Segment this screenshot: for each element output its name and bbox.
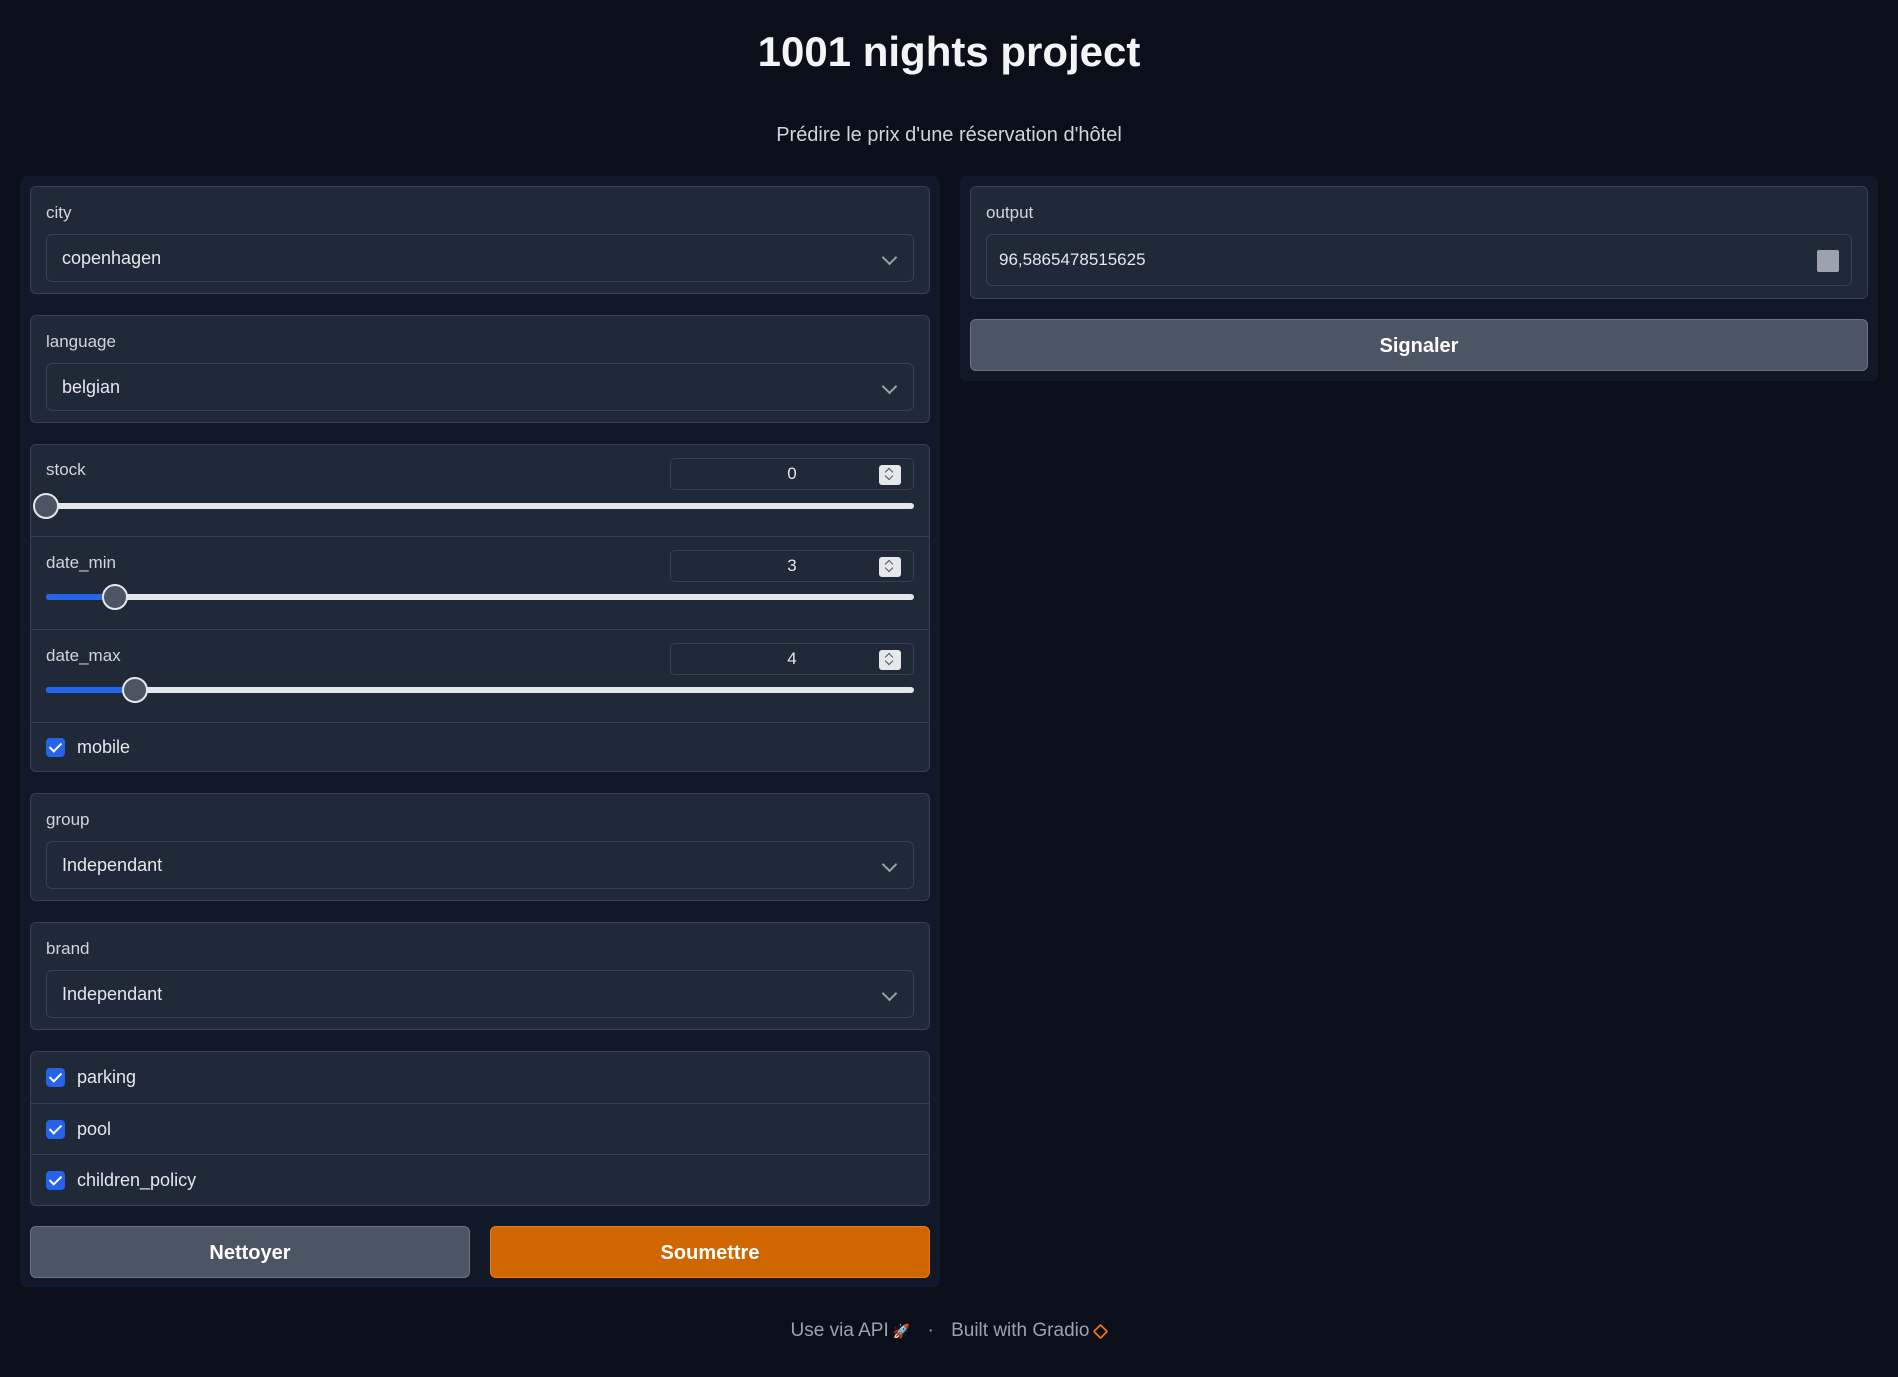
group-value: Independant <box>62 855 163 875</box>
page-title: 1001 nights project <box>757 28 1141 75</box>
clear-button[interactable]: Nettoyer <box>30 1226 470 1278</box>
children-policy-label: children_policy <box>77 1170 197 1190</box>
children-policy-checkbox-row[interactable]: children_policy <box>31 1155 929 1207</box>
copy-icon[interactable] <box>1817 250 1839 272</box>
page-subtitle: Prédire le prix d'une réservation d'hôte… <box>776 124 1122 146</box>
spinner-icon[interactable] <box>879 557 901 577</box>
chevron-down-icon <box>881 856 898 873</box>
pool-label: pool <box>77 1119 112 1139</box>
mobile-label: mobile <box>77 737 131 757</box>
slider-thumb[interactable] <box>121 677 148 703</box>
date-min-slider-row: date_min 3 <box>31 537 929 630</box>
city-field: city copenhagen <box>30 186 930 294</box>
mobile-checkbox-row[interactable]: mobile <box>31 723 929 773</box>
footer: Use via API 🚀 · Built with Gradio <box>0 1320 1898 1342</box>
slider-thumb[interactable] <box>102 584 129 610</box>
slider-thumb[interactable] <box>33 493 59 519</box>
rocket-icon: 🚀 <box>892 1322 911 1339</box>
gradio-logo-icon <box>1093 1323 1109 1339</box>
group-dropdown[interactable]: Independant <box>46 841 914 889</box>
date-min-label: date_min <box>46 553 116 572</box>
group-field: group Independant <box>30 793 930 901</box>
children-policy-checkbox[interactable] <box>46 1171 65 1190</box>
output-textbox[interactable]: 96,5865478515625 <box>986 234 1852 286</box>
date-min-value: 3 <box>787 556 797 575</box>
date-max-slider[interactable] <box>46 677 914 703</box>
date-max-label: date_max <box>46 646 121 665</box>
brand-field: brand Independant <box>30 922 930 1030</box>
stock-value: 0 <box>787 464 797 483</box>
date-max-value: 4 <box>787 649 797 668</box>
stock-slider-row: stock 0 <box>31 445 929 537</box>
output-label: output <box>986 203 1034 222</box>
city-value: copenhagen <box>62 248 162 268</box>
stock-slider[interactable] <box>33 493 914 519</box>
language-value: belgian <box>62 377 121 397</box>
checkbox-group: parking pool children_policy <box>30 1051 930 1206</box>
language-field: language belgian <box>30 315 930 423</box>
date-max-number-input[interactable]: 4 <box>670 643 914 675</box>
use-via-api-link[interactable]: Use via API <box>791 1320 889 1342</box>
parking-checkbox[interactable] <box>46 1068 65 1087</box>
chevron-down-icon <box>881 249 898 266</box>
brand-label: brand <box>46 939 90 958</box>
pool-checkbox[interactable] <box>46 1120 65 1139</box>
stock-label: stock <box>46 460 86 479</box>
output-value: 96,5865478515625 <box>999 250 1146 269</box>
parking-checkbox-row[interactable]: parking <box>31 1052 929 1104</box>
submit-button[interactable]: Soumettre <box>490 1226 930 1278</box>
stock-number-input[interactable]: 0 <box>670 458 914 490</box>
output-field: output 96,5865478515625 <box>970 186 1868 299</box>
chevron-down-icon <box>881 985 898 1002</box>
parking-label: parking <box>77 1067 137 1087</box>
group-label: group <box>46 810 90 829</box>
chevron-down-icon <box>881 378 898 395</box>
date-max-slider-row: date_max 4 <box>31 630 929 723</box>
language-dropdown[interactable]: belgian <box>46 363 914 411</box>
spinner-icon[interactable] <box>879 650 901 670</box>
pool-checkbox-row[interactable]: pool <box>31 1104 929 1155</box>
slider-group: stock 0 date_min 3 date_max 4 mobile <box>30 444 930 772</box>
footer-separator: · <box>927 1320 934 1341</box>
city-dropdown[interactable]: copenhagen <box>46 234 914 282</box>
inputs-panel: city copenhagen language belgian stock 0 <box>20 176 940 1287</box>
brand-dropdown[interactable]: Independant <box>46 970 914 1018</box>
brand-value: Independant <box>62 984 163 1004</box>
output-panel: output 96,5865478515625 Signaler <box>960 176 1878 381</box>
mobile-checkbox[interactable] <box>46 738 65 757</box>
flag-button[interactable]: Signaler <box>970 319 1868 371</box>
date-min-number-input[interactable]: 3 <box>670 550 914 582</box>
date-min-slider[interactable] <box>46 584 914 610</box>
language-label: language <box>46 332 116 351</box>
city-label: city <box>46 203 72 222</box>
spinner-icon[interactable] <box>879 465 901 485</box>
built-with-gradio-link[interactable]: Built with Gradio <box>951 1320 1089 1342</box>
